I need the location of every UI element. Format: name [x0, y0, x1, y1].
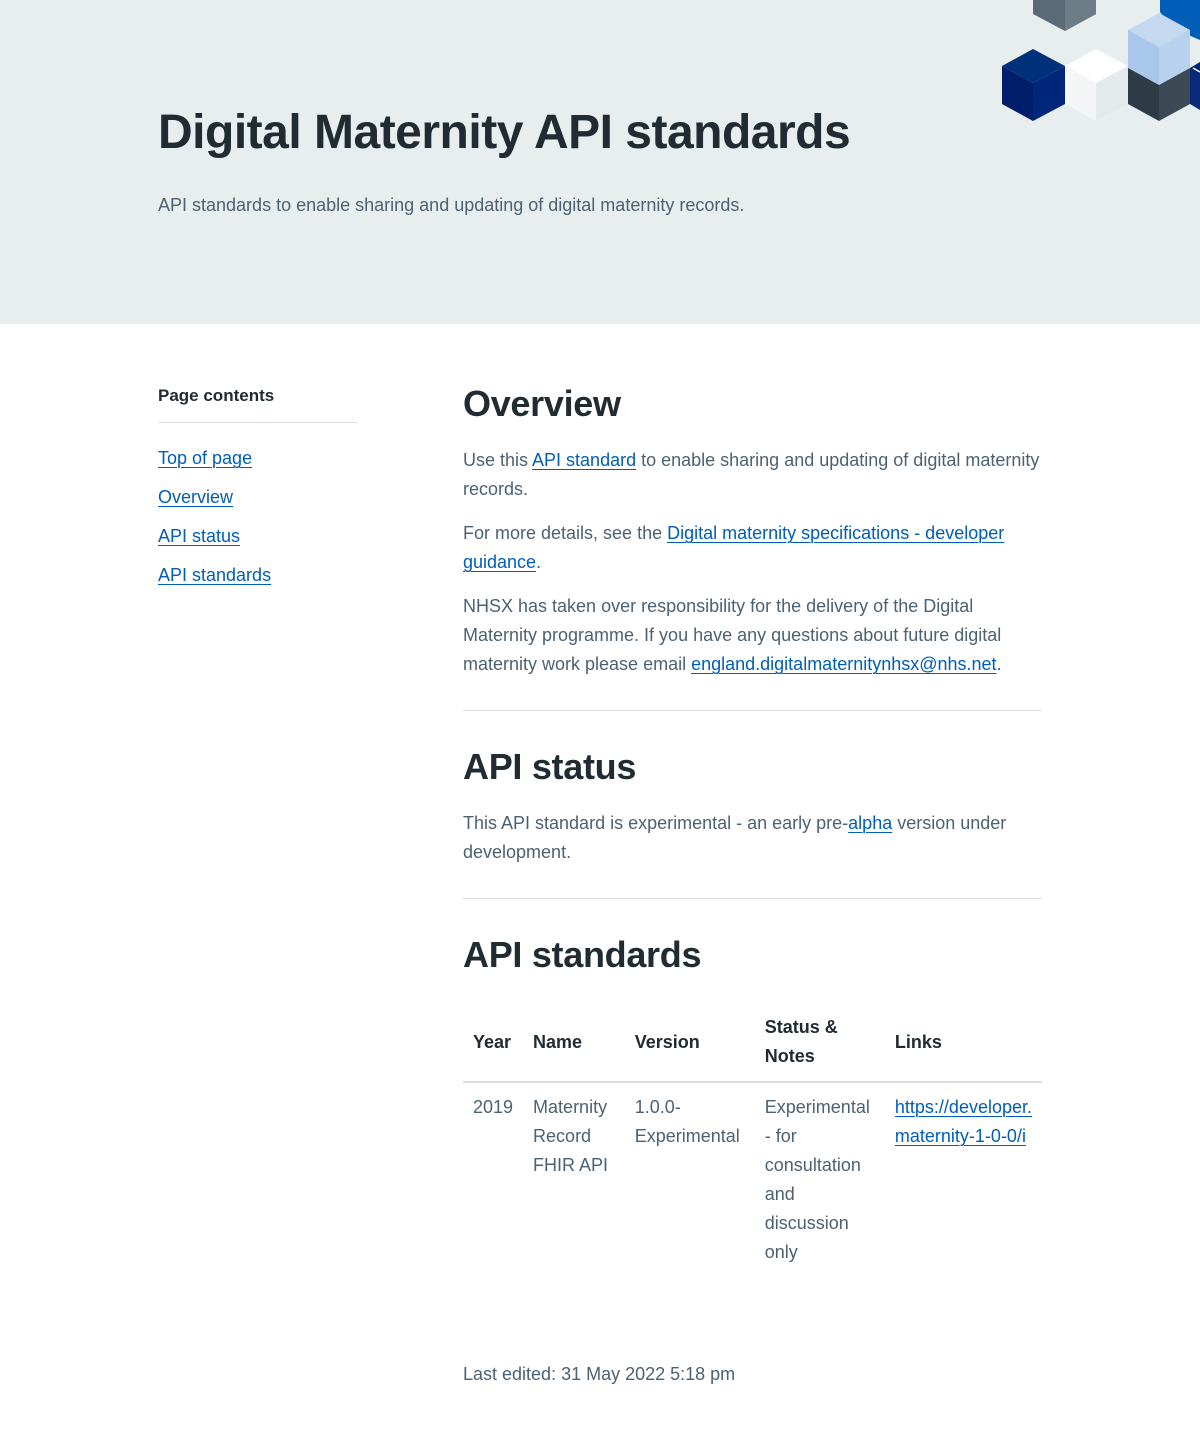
specification-link[interactable]: https://developer. maternity-1-0-0/i — [895, 1097, 1032, 1146]
cell-version: 1.0.0-Experimental — [634, 1097, 740, 1146]
overview-paragraph-1: Use this API standard to enable sharing … — [463, 446, 1042, 504]
page-contents-heading: Page contents — [158, 384, 357, 423]
page-contents-item: API standards — [158, 562, 357, 588]
api-standards-heading: API standards — [463, 934, 702, 975]
api-standards-table-wrapper[interactable]: Year Name Version Status & Notes Links 2… — [463, 1005, 1042, 1277]
table-header-row: Year Name Version Status & Notes Links — [463, 1005, 1042, 1083]
overview-text: Use this — [463, 450, 533, 470]
page-contents-link-api-standards[interactable]: API standards — [158, 565, 271, 585]
section-divider — [463, 710, 1042, 711]
status-text: This API standard is experimental - an e… — [463, 813, 849, 833]
overview-paragraph-2: For more details, see the Digital matern… — [463, 519, 1042, 577]
column-header-version: Version — [624, 1005, 755, 1083]
cell-links: https://developer. maternity-1-0-0/i — [885, 1082, 1042, 1277]
page-subtitle: API standards to enable sharing and upda… — [158, 195, 745, 215]
column-header-status: Status & Notes — [754, 1005, 885, 1083]
overview-text: . — [996, 654, 1002, 674]
cell-status: Experimental - for consultation and disc… — [764, 1097, 870, 1262]
column-header-name: Name — [523, 1005, 625, 1083]
table-row: 2019 Maternity Record FHIR API 1.0.0-Exp… — [463, 1082, 1042, 1277]
cell-name: Maternity Record FHIR API — [533, 1097, 609, 1175]
cell-year: 2019 — [473, 1097, 514, 1117]
main-content: Overview Use this API standard to enable… — [463, 380, 1042, 1277]
page-contents-link-overview[interactable]: Overview — [158, 487, 233, 507]
section-divider — [463, 898, 1042, 899]
alpha-link[interactable]: alpha — [848, 813, 892, 833]
column-header-links: Links — [884, 1005, 1042, 1083]
last-edited-text: Last edited: 31 May 2022 5:18 pm — [463, 1364, 736, 1384]
api-status-section: API status This API standard is experime… — [463, 743, 1042, 867]
api-status-heading: API status — [463, 746, 637, 787]
page-contents-nav: Page contents Top of page Overview API s… — [158, 384, 357, 601]
overview-text: . — [536, 552, 542, 572]
specification-link-line-1: https://developer. — [894, 1097, 1032, 1117]
api-standards-table: Year Name Version Status & Notes Links 2… — [463, 1005, 1042, 1277]
decorative-cubes-illustration — [1002, 0, 1200, 121]
overview-section: Overview Use this API standard to enable… — [463, 380, 1042, 679]
page-contents-item: Overview — [158, 484, 357, 510]
api-status-paragraph: This API standard is experimental - an e… — [463, 809, 1042, 867]
page-title: Digital Maternity API standards — [158, 106, 851, 159]
api-standards-section: API standards Year Name Version Status &… — [463, 931, 1042, 1277]
column-header-year: Year — [463, 1005, 524, 1083]
page-contents-item: API status — [158, 523, 357, 549]
overview-heading: Overview — [463, 383, 621, 424]
overview-paragraph-3: NHSX has taken over responsibility for t… — [463, 592, 1042, 679]
page-contents-list: Top of page Overview API status API stan… — [158, 423, 357, 588]
hero-banner: Digital Maternity API standards API stan… — [0, 0, 1200, 324]
overview-text: For more details, see the — [463, 523, 668, 543]
contact-email-link[interactable]: england.digitalmaternitynhsx@nhs.net — [691, 654, 996, 674]
api-standard-link[interactable]: API standard — [532, 450, 636, 470]
page-contents-link-api-status[interactable]: API status — [158, 526, 240, 546]
specification-link-line-2: maternity-1-0-0/i — [894, 1126, 1026, 1146]
page-contents-link-top[interactable]: Top of page — [158, 448, 252, 468]
page-contents-item: Top of page — [158, 445, 357, 471]
